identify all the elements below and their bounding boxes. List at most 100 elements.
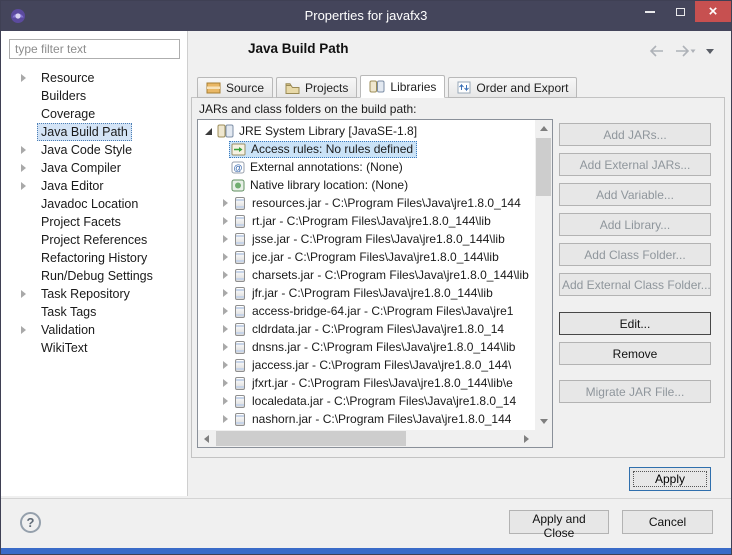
vertical-scrollbar[interactable] bbox=[535, 120, 552, 430]
expand-arrow-icon[interactable] bbox=[223, 325, 228, 333]
expand-arrow-icon[interactable] bbox=[21, 74, 26, 82]
sidebar-item-label: Task Repository bbox=[41, 287, 130, 301]
tree-item-jar[interactable]: jce.jar - C:\Program Files\Java\jre1.8.0… bbox=[199, 248, 535, 266]
remove-button[interactable]: Remove bbox=[559, 342, 711, 365]
expand-arrow-icon[interactable] bbox=[223, 307, 228, 315]
expand-arrow-icon[interactable] bbox=[223, 289, 228, 297]
scrollbar-thumb[interactable] bbox=[216, 431, 406, 446]
edit-button[interactable]: Edit... bbox=[559, 312, 711, 335]
tree-item-jar[interactable]: access-bridge-64.jar - C:\Program Files\… bbox=[199, 302, 535, 320]
tree-item-jar[interactable]: resources.jar - C:\Program Files\Java\jr… bbox=[199, 194, 535, 212]
sidebar-item-java-compiler[interactable]: Java Compiler bbox=[9, 159, 185, 177]
jar-file-icon bbox=[235, 376, 245, 390]
preferences-sidebar: Resource Builders Coverage Java Build Pa… bbox=[1, 31, 188, 496]
tree-item-jre-system-library[interactable]: JRE System Library [JavaSE-1.8] bbox=[199, 122, 535, 140]
collapse-arrow-icon[interactable] bbox=[205, 127, 212, 135]
sidebar-item-javadoc-location[interactable]: Javadoc Location bbox=[9, 195, 185, 213]
jar-file-icon bbox=[235, 340, 245, 354]
sidebar-item-label: Project References bbox=[41, 233, 148, 247]
tree-item-jar[interactable]: cldrdata.jar - C:\Program Files\Java\jre… bbox=[199, 320, 535, 338]
sidebar-item-java-editor[interactable]: Java Editor bbox=[9, 177, 185, 195]
tree-item-label: jfr.jar - C:\Program Files\Java\jre1.8.0… bbox=[252, 286, 493, 300]
tree-item-jar[interactable]: rt.jar - C:\Program Files\Java\jre1.8.0_… bbox=[199, 212, 535, 230]
scroll-down-button[interactable] bbox=[535, 413, 552, 430]
sidebar-item-project-references[interactable]: Project References bbox=[9, 231, 185, 249]
sidebar-item-resource[interactable]: Resource bbox=[9, 69, 185, 87]
expand-arrow-icon[interactable] bbox=[223, 217, 228, 225]
scroll-right-button[interactable] bbox=[518, 430, 535, 447]
sidebar-item-task-tags[interactable]: Task Tags bbox=[9, 303, 185, 321]
expand-arrow-icon[interactable] bbox=[223, 415, 228, 423]
expand-arrow-icon[interactable] bbox=[21, 290, 26, 298]
tree-item-jar[interactable]: localedata.jar - C:\Program Files\Java\j… bbox=[199, 392, 535, 410]
expand-arrow-icon[interactable] bbox=[223, 379, 228, 387]
folder-icon bbox=[285, 82, 300, 94]
sidebar-item-label: WikiText bbox=[41, 341, 88, 355]
jar-file-icon bbox=[235, 214, 245, 228]
expand-arrow-icon[interactable] bbox=[21, 146, 26, 154]
add-class-folder-button: Add Class Folder... bbox=[559, 243, 711, 266]
close-icon: × bbox=[708, 3, 718, 20]
scrollbar-corner bbox=[535, 430, 552, 447]
view-menu-icon[interactable] bbox=[705, 47, 715, 55]
sidebar-item-java-code-style[interactable]: Java Code Style bbox=[9, 141, 185, 159]
scrollbar-thumb[interactable] bbox=[536, 138, 551, 196]
tree-item-jar[interactable]: dnsns.jar - C:\Program Files\Java\jre1.8… bbox=[199, 338, 535, 356]
horizontal-scrollbar[interactable] bbox=[198, 430, 535, 447]
expand-arrow-icon[interactable] bbox=[223, 397, 228, 405]
header-navigation bbox=[649, 45, 715, 57]
tree-item-jar[interactable]: jfr.jar - C:\Program Files\Java\jre1.8.0… bbox=[199, 284, 535, 302]
minimize-button[interactable] bbox=[635, 1, 665, 22]
expand-arrow-icon[interactable] bbox=[223, 343, 228, 351]
sidebar-item-builders[interactable]: Builders bbox=[9, 87, 185, 105]
sidebar-item-wikitext[interactable]: WikiText bbox=[9, 339, 185, 357]
expand-arrow-icon[interactable] bbox=[21, 326, 26, 334]
build-path-tabs: Source Projects Libraries Order and Expo… bbox=[197, 75, 580, 98]
sidebar-item-refactoring-history[interactable]: Refactoring History bbox=[9, 249, 185, 267]
sidebar-item-coverage[interactable]: Coverage bbox=[9, 105, 185, 123]
build-path-list: JRE System Library [JavaSE-1.8] Access r… bbox=[197, 119, 553, 448]
expand-arrow-icon[interactable] bbox=[21, 164, 26, 172]
apply-and-close-button[interactable]: Apply and Close bbox=[509, 510, 609, 540]
sidebar-item-label: Builders bbox=[41, 89, 87, 103]
scroll-left-button[interactable] bbox=[198, 430, 215, 447]
tree-item-access-rules[interactable]: Access rules: No rules defined bbox=[199, 140, 535, 158]
tree-item-external-annotations[interactable]: @ External annotations: (None) bbox=[199, 158, 535, 176]
expand-arrow-icon[interactable] bbox=[223, 253, 228, 261]
expand-arrow-icon[interactable] bbox=[223, 271, 228, 279]
tree-item-jar[interactable]: jfxrt.jar - C:\Program Files\Java\jre1.8… bbox=[199, 374, 535, 392]
jar-file-icon bbox=[235, 286, 245, 300]
scroll-up-button[interactable] bbox=[535, 120, 552, 137]
expand-arrow-icon[interactable] bbox=[21, 182, 26, 190]
close-button[interactable]: × bbox=[695, 1, 731, 22]
apply-button[interactable]: Apply bbox=[629, 467, 711, 491]
tab-source[interactable]: Source bbox=[197, 77, 274, 98]
add-variable-button: Add Variable... bbox=[559, 183, 711, 206]
expand-arrow-icon[interactable] bbox=[223, 235, 228, 243]
sidebar-item-java-build-path[interactable]: Java Build Path bbox=[9, 123, 185, 141]
tab-libraries[interactable]: Libraries bbox=[360, 75, 446, 98]
add-external-class-folder-button: Add External Class Folder... bbox=[559, 273, 711, 296]
tree-item-jar[interactable]: jsse.jar - C:\Program Files\Java\jre1.8.… bbox=[199, 230, 535, 248]
cancel-button[interactable]: Cancel bbox=[622, 510, 713, 534]
tree-item-label: jaccess.jar - C:\Program Files\Java\jre1… bbox=[252, 358, 512, 372]
tab-projects[interactable]: Projects bbox=[276, 77, 358, 98]
sidebar-item-run-debug-settings[interactable]: Run/Debug Settings bbox=[9, 267, 185, 285]
filter-input[interactable] bbox=[9, 39, 180, 59]
tree-item-jar[interactable]: jaccess.jar - C:\Program Files\Java\jre1… bbox=[199, 356, 535, 374]
sidebar-item-project-facets[interactable]: Project Facets bbox=[9, 213, 185, 231]
expand-arrow-icon[interactable] bbox=[223, 199, 228, 207]
tree-item-native-library-location[interactable]: Native library location: (None) bbox=[199, 176, 535, 194]
help-button[interactable]: ? bbox=[20, 512, 41, 533]
sidebar-item-label: Javadoc Location bbox=[41, 197, 139, 211]
tab-order-and-export[interactable]: Order and Export bbox=[448, 77, 578, 98]
properties-dialog: Properties for javafx3 × Resource Builde… bbox=[0, 0, 732, 555]
tree-item-jar[interactable]: charsets.jar - C:\Program Files\Java\jre… bbox=[199, 266, 535, 284]
tree-item-jar[interactable]: nashorn.jar - C:\Program Files\Java\jre1… bbox=[199, 410, 535, 428]
sidebar-item-label: Resource bbox=[41, 71, 95, 85]
sidebar-item-label: Task Tags bbox=[41, 305, 97, 319]
maximize-button[interactable] bbox=[665, 1, 695, 22]
expand-arrow-icon[interactable] bbox=[223, 361, 228, 369]
sidebar-item-validation[interactable]: Validation bbox=[9, 321, 185, 339]
sidebar-item-task-repository[interactable]: Task Repository bbox=[9, 285, 185, 303]
